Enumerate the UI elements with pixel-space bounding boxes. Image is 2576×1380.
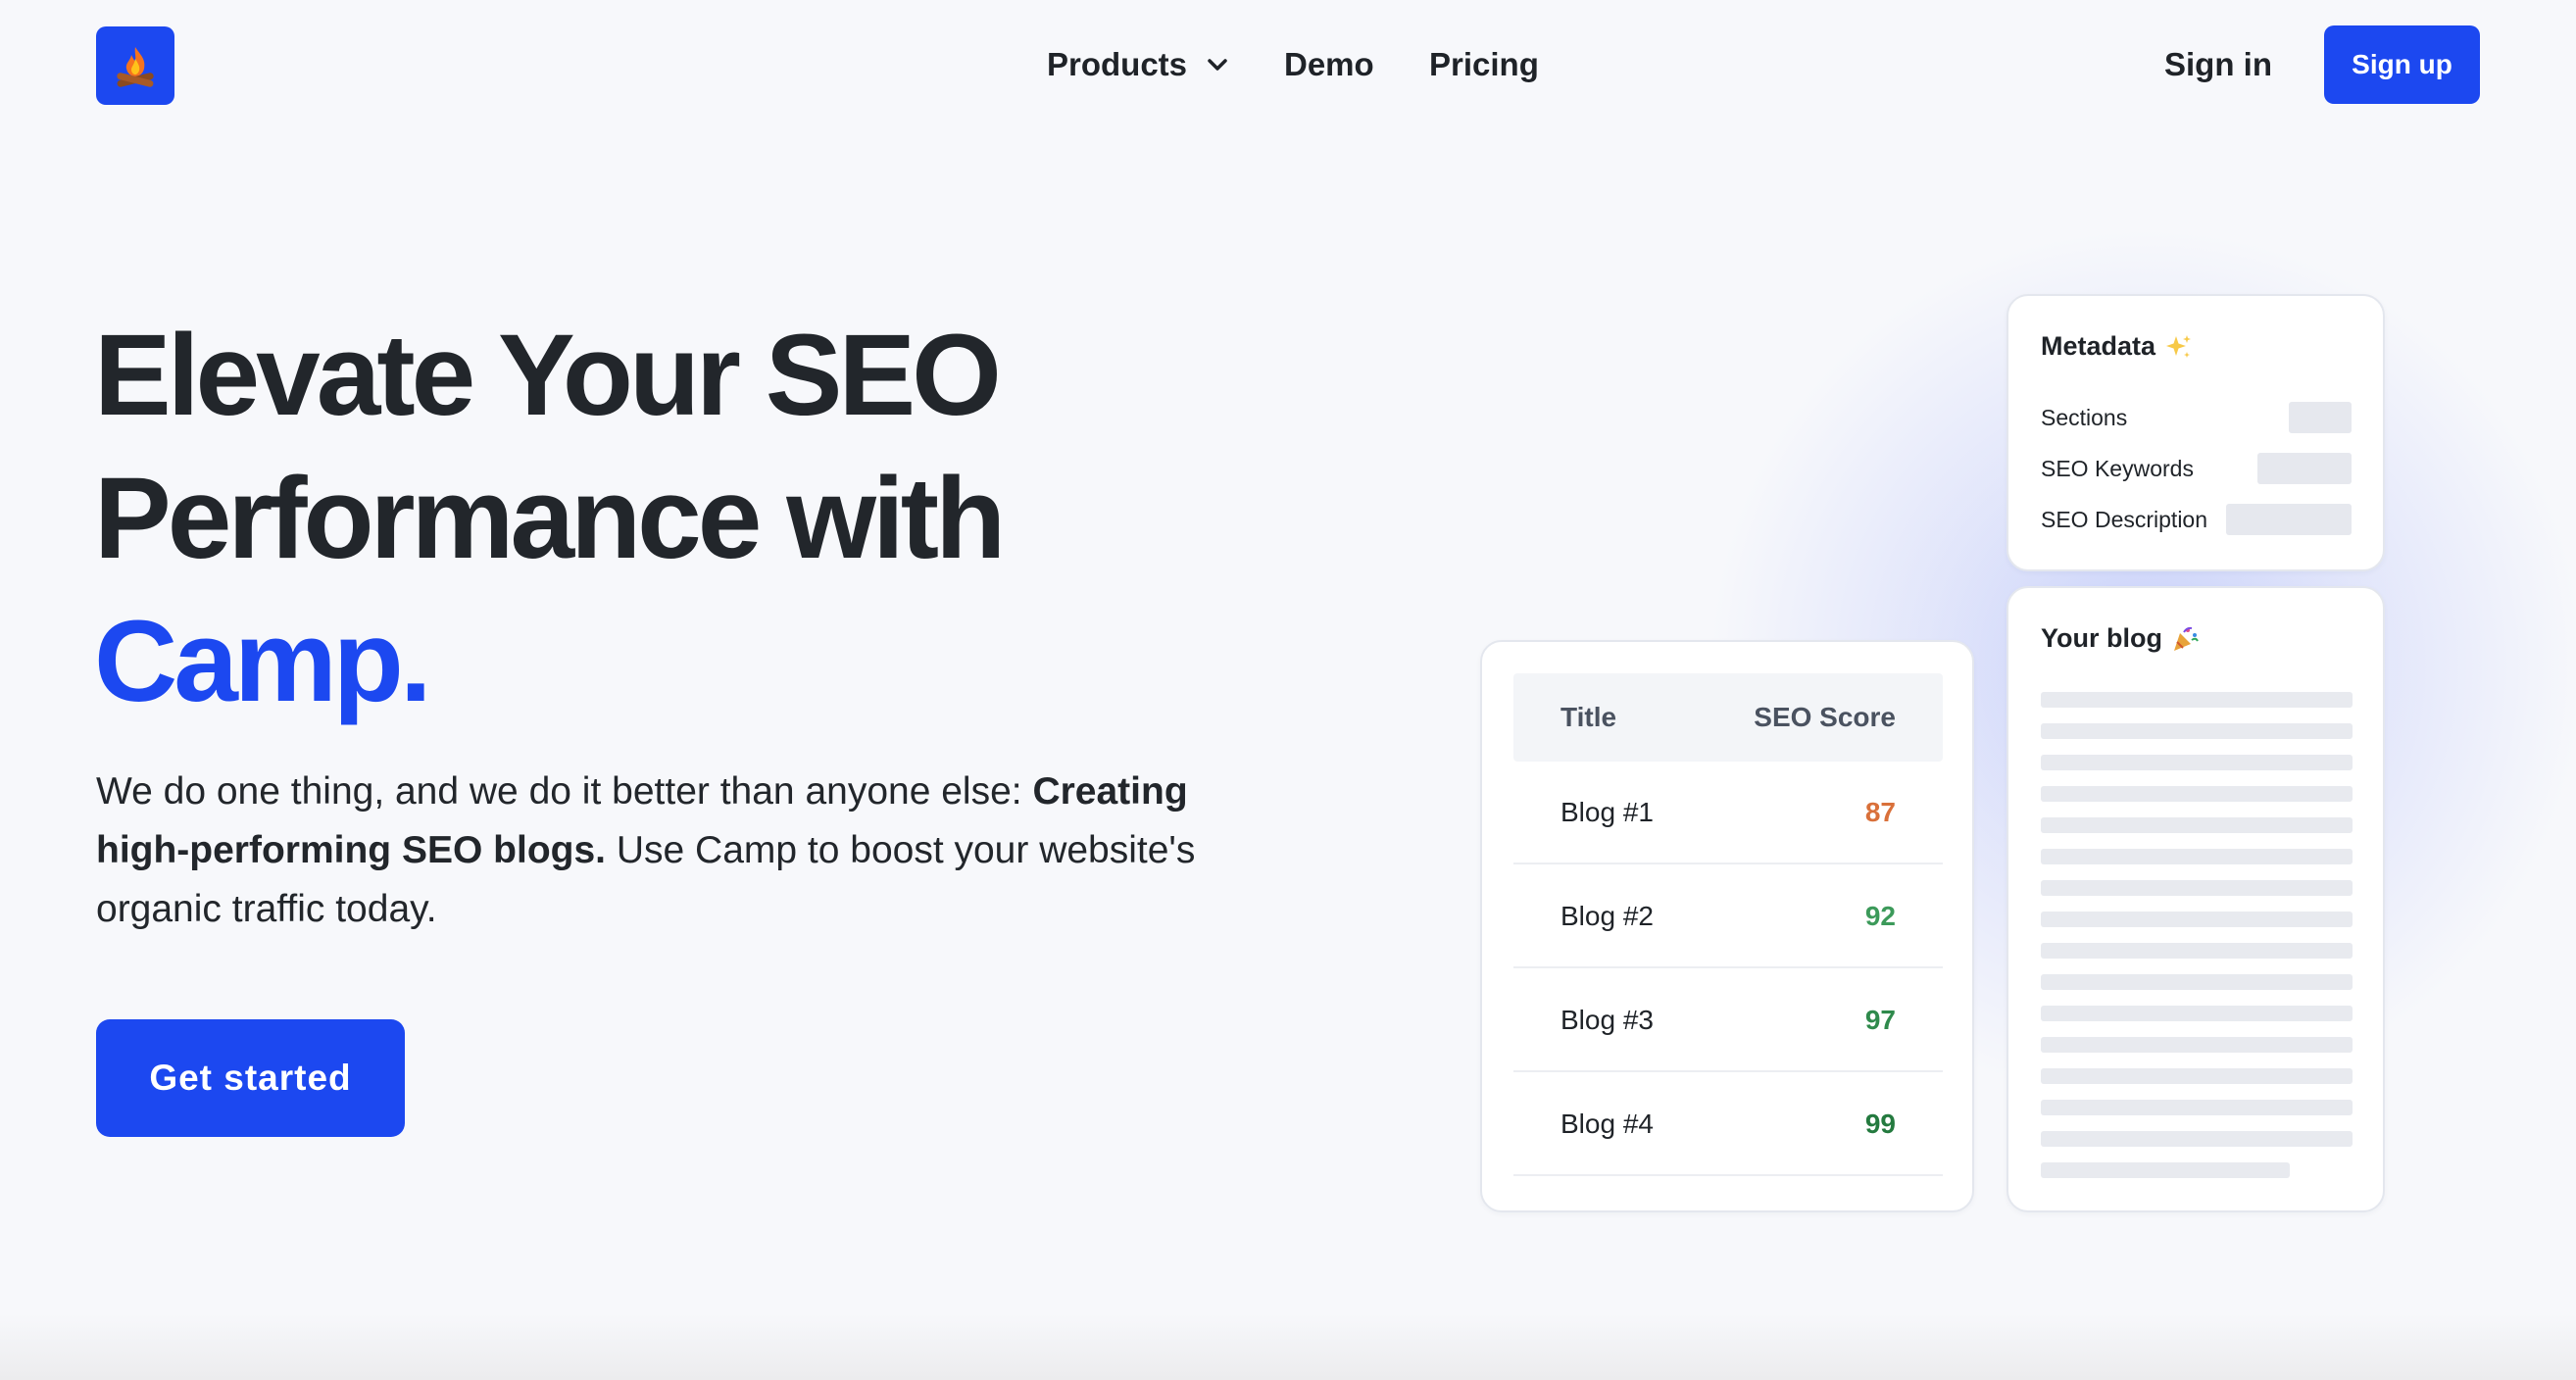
sparkles-icon [2166, 334, 2192, 358]
column-seo-score: SEO Score [1754, 702, 1896, 732]
placeholder-line [2041, 974, 2353, 990]
row-score: 92 [1864, 900, 1896, 931]
placeholder-line [2041, 1006, 2353, 1021]
placeholder-line [2041, 817, 2353, 833]
hero-sub-text1: We do one thing, and we do it better tha… [96, 770, 1033, 813]
nav-demo[interactable]: Demo [1284, 41, 1374, 88]
placeholder-line [2041, 1131, 2353, 1147]
table-row: Blog #2 92 [1513, 865, 1943, 968]
party-popper-icon [2173, 626, 2199, 651]
column-title: Title [1560, 702, 1617, 732]
row-title: Blog #3 [1560, 1004, 1654, 1035]
section-divider [0, 1313, 2576, 1380]
sign-up-button[interactable]: Sign up [2324, 25, 2480, 104]
hero-title-line2: Performance with [94, 454, 1006, 583]
metadata-card: Metadata Sections SEO Keywords SEO Descr… [2006, 294, 2385, 571]
placeholder-line [2041, 1068, 2353, 1084]
hero-subtitle: We do one thing, and we do it better tha… [96, 763, 1233, 939]
table-row: Blog #4 99 [1513, 1073, 1943, 1176]
table-row: Blog #3 97 [1513, 969, 1943, 1072]
row-title: Blog #1 [1560, 796, 1654, 827]
placeholder-line [2041, 943, 2353, 959]
placeholder-bar [2226, 504, 2352, 535]
seo-score-table-card: Title SEO Score Blog #1 87 Blog #2 92 Bl… [1480, 640, 1974, 1212]
hero-title-accent: Camp. [94, 597, 432, 726]
row-score: 99 [1864, 1108, 1896, 1139]
row-score: 87 [1864, 796, 1896, 827]
sign-in-link[interactable]: Sign in [2164, 41, 2272, 88]
hero-title-line1: Elevate Your SEO [94, 311, 1002, 440]
metadata-row-keywords: SEO Keywords [2041, 453, 2352, 484]
placeholder-line [2041, 786, 2353, 802]
placeholder-line [2041, 692, 2353, 708]
metadata-label: SEO Description [2041, 506, 2208, 532]
blog-preview-card: Your blog [2006, 586, 2385, 1212]
nav-pricing-label: Pricing [1429, 46, 1539, 82]
metadata-row-description: SEO Description [2041, 504, 2352, 535]
row-score: 97 [1864, 1004, 1896, 1035]
placeholder-line [2041, 723, 2353, 739]
metadata-heading: Metadata [2041, 331, 2193, 362]
nav-products[interactable]: Products [1047, 41, 1228, 88]
placeholder-line [2041, 849, 2353, 864]
nav-demo-label: Demo [1284, 46, 1374, 82]
get-started-button[interactable]: Get started [96, 1019, 405, 1137]
row-title: Blog #2 [1560, 900, 1654, 931]
nav-pricing[interactable]: Pricing [1429, 41, 1539, 88]
metadata-row-sections: Sections [2041, 402, 2352, 433]
table-header: Title SEO Score [1513, 673, 1943, 762]
row-title: Blog #4 [1560, 1108, 1654, 1139]
chevron-down-icon [1208, 59, 1227, 71]
metadata-label: SEO Keywords [2041, 455, 2194, 481]
placeholder-line [2041, 880, 2353, 896]
placeholder-line [2041, 912, 2353, 927]
placeholder-bar [2289, 402, 2352, 433]
placeholder-line [2041, 755, 2353, 770]
placeholder-line [2041, 1162, 2290, 1178]
placeholder-line [2041, 1037, 2353, 1053]
hero-title: Elevate Your SEO Performance with Camp. [94, 304, 1270, 733]
logo[interactable] [96, 26, 174, 105]
blog-title: Your blog [2041, 623, 2162, 653]
placeholder-bar [2257, 453, 2352, 484]
blog-heading: Your blog [2041, 623, 2200, 654]
placeholder-line [2041, 1100, 2353, 1115]
nav-products-label: Products [1047, 46, 1188, 82]
table-row: Blog #1 87 [1513, 762, 1943, 864]
metadata-label: Sections [2041, 404, 2128, 430]
campfire-icon [117, 47, 154, 87]
metadata-title: Metadata [2041, 331, 2156, 361]
